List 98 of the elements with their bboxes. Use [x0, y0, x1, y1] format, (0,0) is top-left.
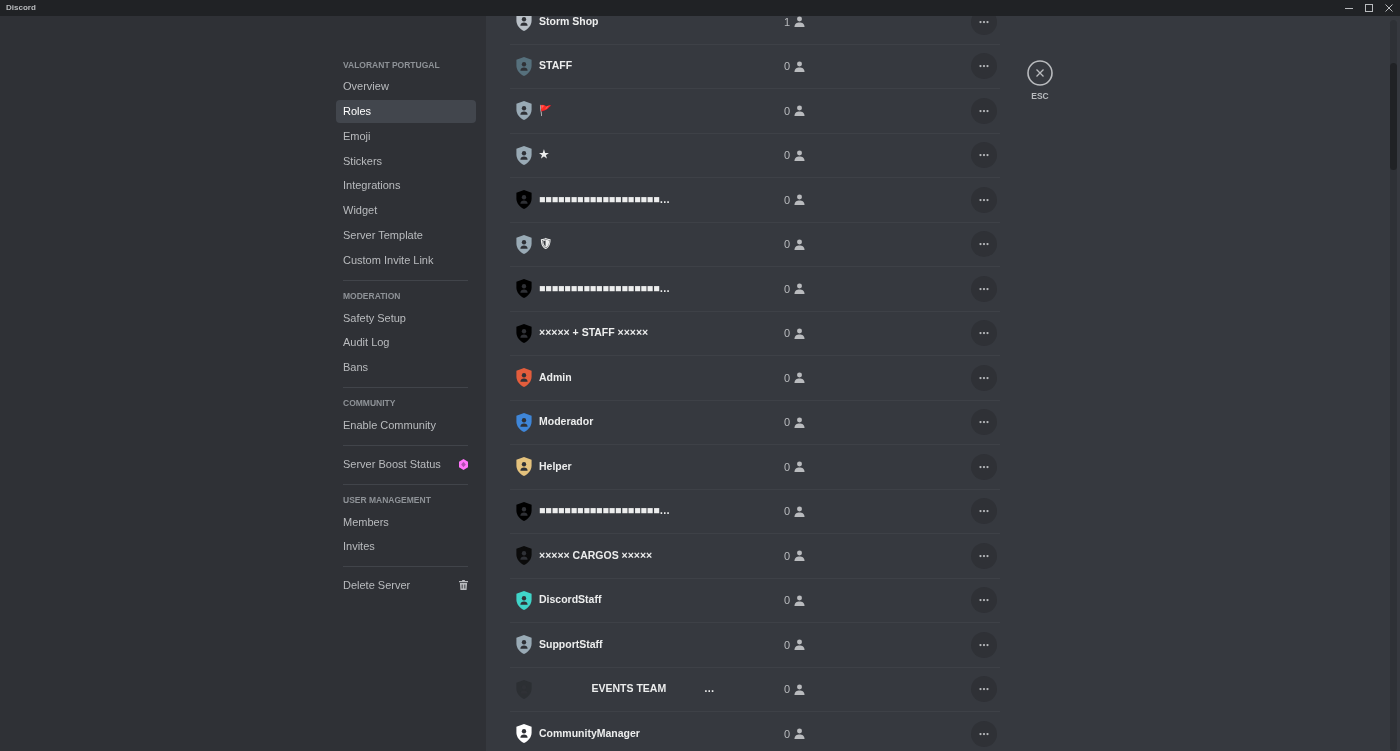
person-icon: [794, 639, 806, 651]
member-count: 1: [784, 16, 791, 30]
member-count: 0: [784, 415, 791, 430]
role-name: ××××× CARGOS ×××××: [539, 547, 653, 563]
role-name: Storm Shop: [539, 16, 599, 29]
person-icon: [794, 60, 806, 72]
more-button[interactable]: [971, 453, 997, 480]
sidebar-item[interactable]: Integrations: [336, 174, 476, 198]
more-button[interactable]: [971, 676, 997, 703]
person-icon: [794, 283, 806, 295]
role-name: ××××× + STAFF ×××××: [539, 325, 649, 341]
more-button[interactable]: [971, 97, 997, 124]
role-name: SupportStaff: [539, 636, 603, 652]
role-name: Moderador: [539, 414, 594, 430]
section-header: COMMUNITY: [342, 397, 397, 410]
sidebar-item[interactable]: Audit Log: [336, 331, 476, 355]
member-count: 0: [784, 682, 791, 697]
scrollbar[interactable]: [1390, 20, 1397, 751]
more-button[interactable]: [971, 720, 997, 747]
more-button[interactable]: [971, 186, 997, 213]
more-button[interactable]: [971, 142, 997, 169]
role-name: 🚩: [539, 102, 552, 118]
person-icon: [794, 149, 806, 161]
close-icon: [1027, 60, 1053, 86]
more-button[interactable]: [971, 631, 997, 658]
more-button[interactable]: [971, 16, 997, 35]
person-icon: [794, 16, 806, 28]
section-header: MODERATION: [342, 290, 402, 303]
person-icon: [794, 505, 806, 517]
more-button[interactable]: [971, 587, 997, 614]
person-icon: [794, 327, 806, 339]
person-icon: [794, 683, 806, 695]
sidebar-item[interactable]: Server Boost Status: [336, 452, 476, 476]
role-name: ■■■■■■■■■■■■■■■■■■■…: [539, 191, 670, 207]
member-count: 0: [784, 637, 791, 653]
member-count: 0: [784, 103, 791, 119]
section-header: USER MANAGEMENT: [342, 494, 432, 507]
sidebar-item[interactable]: Enable Community: [336, 413, 476, 437]
person-icon: [794, 238, 806, 250]
member-count: 0: [784, 237, 791, 252]
role-name: CommunityManager: [539, 725, 640, 741]
sidebar-item[interactable]: Overview: [336, 75, 476, 98]
sidebar-item[interactable]: Delete Server: [336, 573, 476, 597]
sidebar-item[interactable]: Roles: [336, 99, 476, 123]
more-button[interactable]: [971, 275, 997, 302]
member-count: 0: [784, 281, 791, 297]
person-icon: [794, 594, 806, 606]
person-icon: [794, 728, 806, 740]
more-button[interactable]: [971, 53, 997, 80]
more-button[interactable]: [971, 231, 997, 258]
person-icon: [794, 550, 806, 562]
member-count: 0: [784, 370, 791, 386]
sidebar-item[interactable]: Members: [336, 510, 476, 534]
person-icon: [794, 461, 806, 473]
close-icon: [1385, 4, 1393, 12]
sidebar-item[interactable]: Widget: [336, 199, 476, 222]
gem-icon: [459, 458, 468, 470]
member-count: 0: [784, 148, 791, 163]
role-name: 🛡: [539, 236, 552, 252]
sidebar-item[interactable]: Emoji: [336, 124, 476, 148]
more-button[interactable]: [971, 542, 997, 569]
more-button[interactable]: [971, 498, 997, 525]
role-name: ■■■■■■■■■■■■■■■■■■■…: [539, 280, 670, 296]
member-count: 0: [784, 726, 791, 742]
sidebar-item[interactable]: Custom Invite Link: [336, 248, 476, 272]
member-count: 0: [784, 504, 791, 519]
role-name: ■■■■■■■■■■■■■■■■■■■…: [539, 503, 670, 519]
sidebar-item[interactable]: Safety Setup: [336, 306, 476, 330]
member-count: 0: [784, 59, 791, 74]
role-name: EVENTS TEAM …: [590, 681, 715, 697]
sidebar-item[interactable]: Stickers: [336, 149, 476, 173]
more-button[interactable]: [971, 364, 997, 391]
minimize-icon: [1345, 7, 1353, 9]
section-header: VALORANT PORTUGAL: [342, 59, 441, 71]
role-name: DiscordStaff: [539, 592, 602, 608]
window-title: Discord: [6, 2, 36, 14]
member-count: 0: [784, 192, 791, 208]
more-button[interactable]: [971, 409, 997, 436]
person-icon: [794, 416, 806, 428]
role-name: Admin: [539, 369, 572, 385]
scrollbar-thumb[interactable]: [1390, 63, 1397, 170]
sidebar-item[interactable]: Bans: [336, 355, 476, 379]
maximize-icon: [1365, 4, 1373, 12]
person-icon: [794, 372, 806, 384]
sidebar-item[interactable]: Invites: [336, 535, 476, 559]
more-button[interactable]: [971, 320, 997, 347]
trash-icon: [459, 580, 468, 591]
role-name: ★: [539, 147, 549, 163]
member-count: 0: [784, 593, 791, 608]
role-name: STAFF: [539, 58, 573, 74]
role-name: Helper: [539, 458, 572, 474]
person-icon: [794, 105, 806, 117]
member-count: 0: [784, 459, 791, 475]
member-count: 0: [784, 548, 791, 564]
member-count: 0: [784, 326, 791, 341]
close-button[interactable]: ESC: [1027, 60, 1053, 103]
person-icon: [794, 194, 806, 206]
sidebar-item[interactable]: Server Template: [336, 223, 476, 247]
